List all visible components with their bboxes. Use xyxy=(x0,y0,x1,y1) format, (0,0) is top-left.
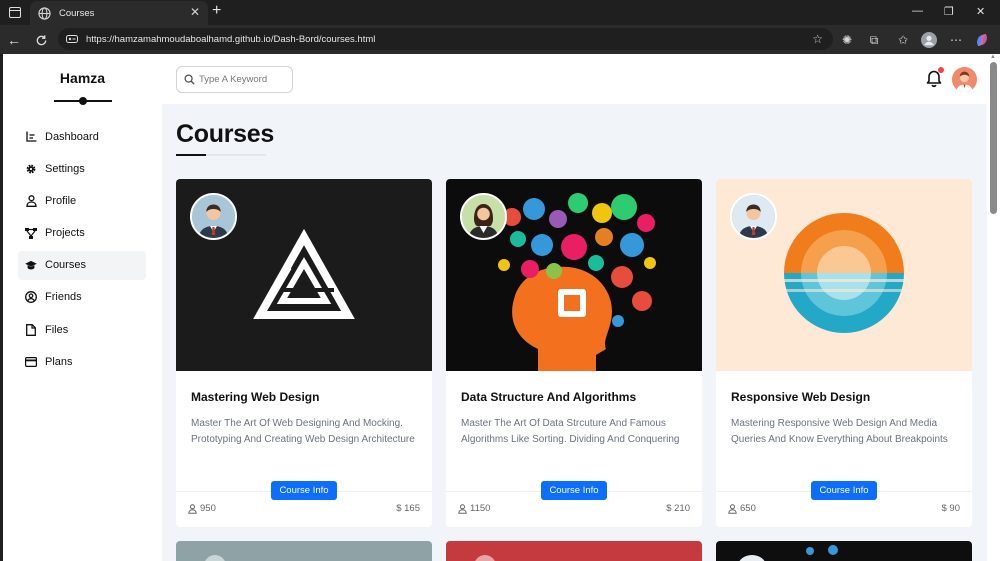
globe-icon xyxy=(38,6,51,20)
page-scrollbar[interactable]: ▲ xyxy=(987,54,1000,561)
refresh-icon[interactable] xyxy=(31,30,51,50)
back-icon[interactable]: ← xyxy=(4,30,24,50)
teacher-avatar xyxy=(738,555,766,561)
sidebar-item-label: Friends xyxy=(45,291,82,304)
favorite-star-icon[interactable]: ☆ xyxy=(812,32,823,46)
diagram-icon xyxy=(25,227,37,239)
course-info-button[interactable]: Course Info xyxy=(541,481,607,500)
new-tab-icon[interactable]: + xyxy=(212,2,221,20)
sidebar-item-label: Settings xyxy=(45,162,85,175)
course-description: Master The Art Of Data Strcuture And Fam… xyxy=(461,418,680,445)
browser-tab-bar: Courses ✕ + — ❐ ✕ xyxy=(0,0,1000,25)
teacher-avatar xyxy=(204,555,226,561)
copilot-icon[interactable] xyxy=(974,32,990,48)
students-count: 950 xyxy=(188,503,216,514)
top-header xyxy=(162,54,987,104)
course-title: Responsive Web Design xyxy=(731,390,871,404)
sidebar-item-label: Profile xyxy=(45,194,77,207)
profile-icon[interactable] xyxy=(921,32,937,48)
user-circle-icon xyxy=(25,291,37,304)
course-price: $ 90 xyxy=(941,503,961,514)
course-price: $ 165 xyxy=(396,503,420,514)
site-info-icon[interactable] xyxy=(66,34,78,44)
scroll-up-icon[interactable]: ▲ xyxy=(990,54,996,60)
sidebar-item-label: Plans xyxy=(45,355,73,368)
teacher-avatar xyxy=(474,555,496,561)
restore-icon[interactable]: ❐ xyxy=(944,5,954,18)
sidebar-item-label: Files xyxy=(45,323,69,336)
search-input[interactable] xyxy=(199,74,287,85)
students-value: 1150 xyxy=(470,503,491,514)
tab-title: Courses xyxy=(59,7,95,19)
credit-card-icon xyxy=(25,356,37,368)
gear-icon xyxy=(25,163,37,175)
sidebar-item-courses[interactable]: Courses xyxy=(18,250,146,280)
course-price: $ 210 xyxy=(666,503,690,514)
brand-name: Hamza xyxy=(59,70,106,86)
more-menu-icon[interactable]: ⋯ xyxy=(948,32,964,48)
chart-icon xyxy=(25,131,37,143)
course-card-partial xyxy=(176,541,432,561)
course-card: Responsive Web Design Mastering Responsi… xyxy=(716,179,972,527)
minimize-icon[interactable]: — xyxy=(912,5,923,17)
students-count: 650 xyxy=(728,503,756,514)
title-underline-accent xyxy=(176,154,206,156)
sidebar-item-projects[interactable]: Projects xyxy=(18,219,146,248)
course-card: Data Structure And Algorithms Master The… xyxy=(446,179,702,527)
teacher-avatar xyxy=(460,193,507,240)
window-menu-icon[interactable] xyxy=(6,4,24,21)
favorites-icon[interactable]: ✩ xyxy=(895,32,911,48)
user-icon xyxy=(728,503,737,514)
search-box[interactable] xyxy=(176,66,293,93)
notification-badge xyxy=(938,67,944,73)
sidebar-item-label: Projects xyxy=(45,227,85,240)
sidebar-item-profile[interactable]: Profile xyxy=(18,186,146,215)
user-icon xyxy=(25,195,37,207)
course-card-partial xyxy=(446,541,702,561)
browser-toolbar: ← https://hamzamahmoudaboalhamd.github.i… xyxy=(0,25,1000,54)
extension-icon[interactable]: ✺ xyxy=(839,32,855,48)
close-window-icon[interactable]: ✕ xyxy=(976,5,985,18)
course-description: Master The Art Of Web Designing And Mock… xyxy=(191,418,415,445)
sidebar-item-label: Dashboard xyxy=(45,130,99,143)
course-card-partial xyxy=(716,541,972,561)
page-viewport: Hamza Dashboard Settings Profile Project… xyxy=(3,54,987,561)
close-tab-icon[interactable]: ✕ xyxy=(190,5,200,19)
students-value: 650 xyxy=(740,503,756,514)
avatar[interactable] xyxy=(952,67,977,92)
course-title: Data Structure And Algorithms xyxy=(461,390,637,404)
course-title: Mastering Web Design xyxy=(191,390,320,404)
user-icon xyxy=(458,503,467,514)
sidebar-item-files[interactable]: Files xyxy=(18,315,146,344)
sidebar-item-settings[interactable]: Settings xyxy=(18,154,146,183)
search-icon xyxy=(184,74,195,85)
sidebar-item-friends[interactable]: Friends xyxy=(18,283,146,312)
sidebar: Hamza Dashboard Settings Profile Project… xyxy=(3,54,162,561)
students-count: 1150 xyxy=(458,503,490,514)
course-card: Mastering Web Design Master The Art Of W… xyxy=(176,179,432,527)
teacher-avatar xyxy=(730,193,777,240)
brand-divider-dot xyxy=(79,97,87,105)
scrollbar-thumb[interactable] xyxy=(990,62,997,214)
course-description: Mastering Responsive Web Design And Medi… xyxy=(731,418,948,445)
address-bar[interactable]: https://hamzamahmoudaboalhamd.github.io/… xyxy=(58,28,833,50)
page-title: Courses xyxy=(176,120,274,148)
course-info-button[interactable]: Course Info xyxy=(271,481,337,500)
decorative-dot xyxy=(828,545,838,555)
decorative-dot xyxy=(806,547,814,555)
sidebar-item-plans[interactable]: Plans xyxy=(18,347,146,376)
puzzle-icon[interactable]: ⧉ xyxy=(866,32,882,48)
sidebar-item-label: Courses xyxy=(45,259,86,272)
user-icon xyxy=(188,503,197,514)
graduation-cap-icon xyxy=(25,259,37,271)
url-text: https://hamzamahmoudaboalhamd.github.io/… xyxy=(86,33,376,45)
sidebar-nav: Dashboard Settings Profile Projects Cour… xyxy=(18,122,146,380)
file-icon xyxy=(25,323,37,336)
sidebar-item-dashboard[interactable]: Dashboard xyxy=(18,122,146,151)
browser-tab-courses[interactable]: Courses ✕ xyxy=(30,1,208,25)
course-info-button[interactable]: Course Info xyxy=(811,481,877,500)
teacher-avatar xyxy=(190,193,237,240)
students-value: 950 xyxy=(200,503,216,514)
